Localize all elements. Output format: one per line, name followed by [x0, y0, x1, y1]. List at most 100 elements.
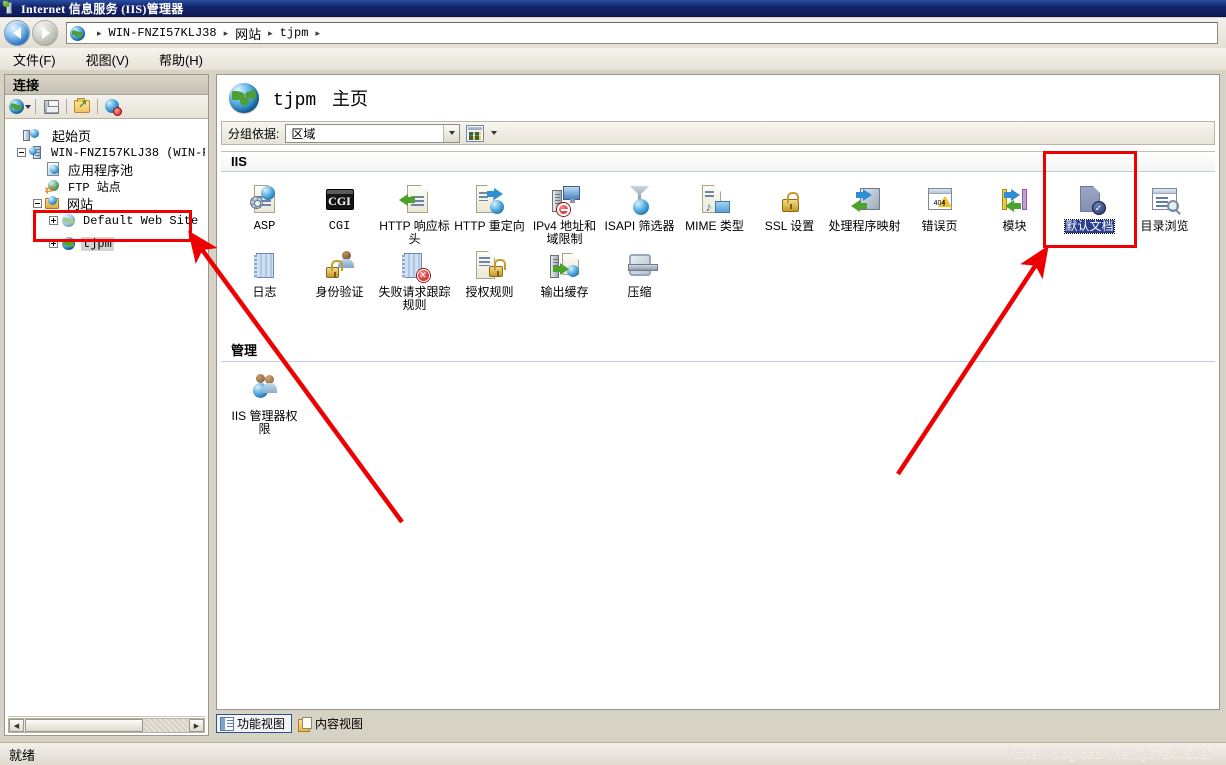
tree-item-label: FTP 站点: [68, 181, 121, 195]
feature-label: ISAPI 筛选器: [604, 219, 675, 233]
feature-directory-browsing[interactable]: 目录浏览: [1127, 180, 1202, 246]
breadcrumb-item-sites[interactable]: 网站: [235, 24, 261, 43]
tree-expander-minus[interactable]: [17, 148, 26, 157]
tree-item-default-web-site[interactable]: Default Web Site: [8, 212, 205, 229]
tab-content-view[interactable]: 内容视图: [294, 714, 370, 733]
tree-item-label: 应用程序池: [68, 163, 134, 178]
feature-mime-types[interactable]: ♪ MIME 类型: [677, 180, 752, 246]
feature-isapi-filters[interactable]: ISAPI 筛选器: [602, 180, 677, 246]
feature-http-response-headers[interactable]: HTTP 响应标头: [377, 180, 452, 246]
tree-item-application-pools[interactable]: 应用程序池: [8, 161, 205, 178]
feature-iis-manager-permissions[interactable]: IIS 管理器权限: [227, 370, 302, 436]
breadcrumb-item-server[interactable]: WIN-FNZI57KLJ38: [109, 26, 217, 40]
back-button[interactable]: [4, 20, 30, 46]
tree-item-server[interactable]: WIN-FNZI57KLJ38 (WIN-FNZI5: [8, 144, 205, 161]
group-by-select[interactable]: 区域: [285, 123, 461, 143]
logging-icon: [249, 250, 281, 282]
breadcrumb-separator: ▸: [223, 27, 229, 38]
feature-cgi[interactable]: CGI CGI: [302, 180, 377, 246]
connections-tree[interactable]: 起始页 WIN-FNZI57KLJ38 (WIN-FNZI5 应用程序池: [8, 123, 205, 717]
scrollbar-track[interactable]: [143, 719, 189, 732]
feature-label: 身份验证: [315, 285, 364, 299]
menu-view[interactable]: 视图(V): [83, 49, 132, 70]
forward-button[interactable]: [32, 20, 58, 46]
feature-label: 处理程序映射: [828, 219, 901, 233]
tree-expander-plus[interactable]: [49, 239, 58, 248]
feature-label: IIS 管理器权限: [231, 409, 298, 436]
feature-ssl-settings[interactable]: SSL 设置: [752, 180, 827, 246]
chevron-down-icon[interactable]: [443, 124, 460, 142]
feature-label: CGI: [328, 219, 351, 233]
section-heading-management: 管理: [221, 338, 1215, 362]
failed-request-tracing-rules-icon: ✕: [399, 250, 431, 282]
tree-item-ftp-sites[interactable]: ⥂ FTP 站点: [8, 178, 205, 195]
feature-modules[interactable]: 模块: [977, 180, 1052, 246]
tree-item-start-page[interactable]: 起始页: [8, 127, 205, 144]
http-response-headers-icon: [398, 184, 431, 216]
feature-handler-mappings[interactable]: 处理程序映射: [827, 180, 902, 246]
tab-label: 功能视图: [237, 717, 286, 731]
breadcrumb-separator: ▸: [315, 27, 320, 38]
ftp-site-icon: ⥂: [45, 179, 62, 195]
handler-mappings-icon: [849, 184, 881, 216]
iis-manager-permissions-icon: [249, 374, 281, 406]
website-icon: [61, 236, 77, 252]
page-header: tjpm 主页: [217, 75, 1219, 121]
breadcrumb-separator: ▸: [97, 27, 102, 38]
breadcrumb-separator: ▸: [268, 27, 273, 38]
chevron-down-icon[interactable]: [491, 131, 498, 135]
tab-features-view[interactable]: 功能视图: [216, 714, 293, 733]
title-bar: Internet 信息服务 (IIS)管理器: [0, 0, 1226, 17]
feature-ipv4-address-restrictions[interactable]: IPv4 地址和域限制: [527, 180, 602, 246]
feature-label: SSL 设置: [764, 219, 815, 233]
save-icon[interactable]: [41, 97, 61, 117]
cgi-icon: CGI: [324, 184, 356, 216]
connect-to-icon[interactable]: [9, 97, 31, 117]
disconnect-icon[interactable]: [103, 97, 123, 117]
tree-expander-plus[interactable]: [49, 216, 58, 225]
breadcrumb[interactable]: ▸ WIN-FNZI57KLJ38 ▸ 网站 ▸ tjpm ▸: [66, 22, 1218, 44]
open-folder-icon[interactable]: [72, 97, 92, 117]
scrollbar-thumb[interactable]: [25, 719, 143, 732]
tree-item-sites[interactable]: 网站: [8, 195, 205, 212]
ssl-settings-icon: [774, 184, 806, 216]
scroll-right-button[interactable]: ▶: [189, 719, 204, 732]
menu-help[interactable]: 帮助(H): [156, 49, 206, 70]
output-caching-icon: [549, 250, 581, 282]
feature-failed-request-tracing-rules[interactable]: ✕ 失败请求跟踪规则: [377, 246, 452, 312]
feature-label: 错误页: [921, 219, 958, 233]
feature-label: 目录浏览: [1140, 219, 1189, 233]
chevron-down-icon: [25, 104, 31, 109]
page-title: tjpm 主页: [273, 85, 368, 111]
globe-icon: [9, 99, 24, 114]
tree-item-tjpm[interactable]: tjpm: [8, 235, 205, 252]
feature-asp[interactable]: ASP: [227, 180, 302, 246]
group-by-value: 区域: [291, 126, 316, 141]
feature-output-caching[interactable]: 输出缓存: [527, 246, 602, 312]
management-grid: IIS 管理器权限: [217, 362, 1219, 440]
mime-types-icon: ♪: [699, 184, 731, 216]
group-by-label: 分组依据:: [228, 126, 280, 141]
connections-horizontal-scrollbar[interactable]: ◀ ▶: [8, 718, 205, 733]
content-view-icon: [298, 716, 313, 732]
feature-default-document[interactable]: ✓ 默认文档: [1052, 180, 1127, 246]
menu-file[interactable]: 文件(F): [10, 49, 59, 70]
feature-error-pages[interactable]: 404 错误页: [902, 180, 977, 246]
feature-compression[interactable]: 压缩: [602, 246, 677, 312]
feature-http-redirect[interactable]: HTTP 重定向: [452, 180, 527, 246]
start-page-icon: [23, 128, 46, 144]
app-pool-icon: [46, 161, 62, 178]
feature-label: 压缩: [627, 285, 652, 299]
feature-authentication[interactable]: 身份验证: [302, 246, 377, 312]
breadcrumb-item-tjpm[interactable]: tjpm: [280, 26, 309, 40]
feature-authorization-rules[interactable]: 授权规则: [452, 246, 527, 312]
feature-label: ASP: [253, 219, 276, 233]
feature-label: HTTP 重定向: [454, 219, 525, 233]
feature-label: IPv4 地址和域限制: [532, 219, 597, 246]
page-title-name: tjpm: [273, 91, 317, 111]
http-redirect-icon: [474, 184, 506, 216]
scroll-left-button[interactable]: ◀: [9, 719, 24, 732]
tree-expander-minus[interactable]: [33, 199, 42, 208]
view-options-icon[interactable]: [466, 124, 485, 142]
feature-logging[interactable]: 日志: [227, 246, 302, 312]
